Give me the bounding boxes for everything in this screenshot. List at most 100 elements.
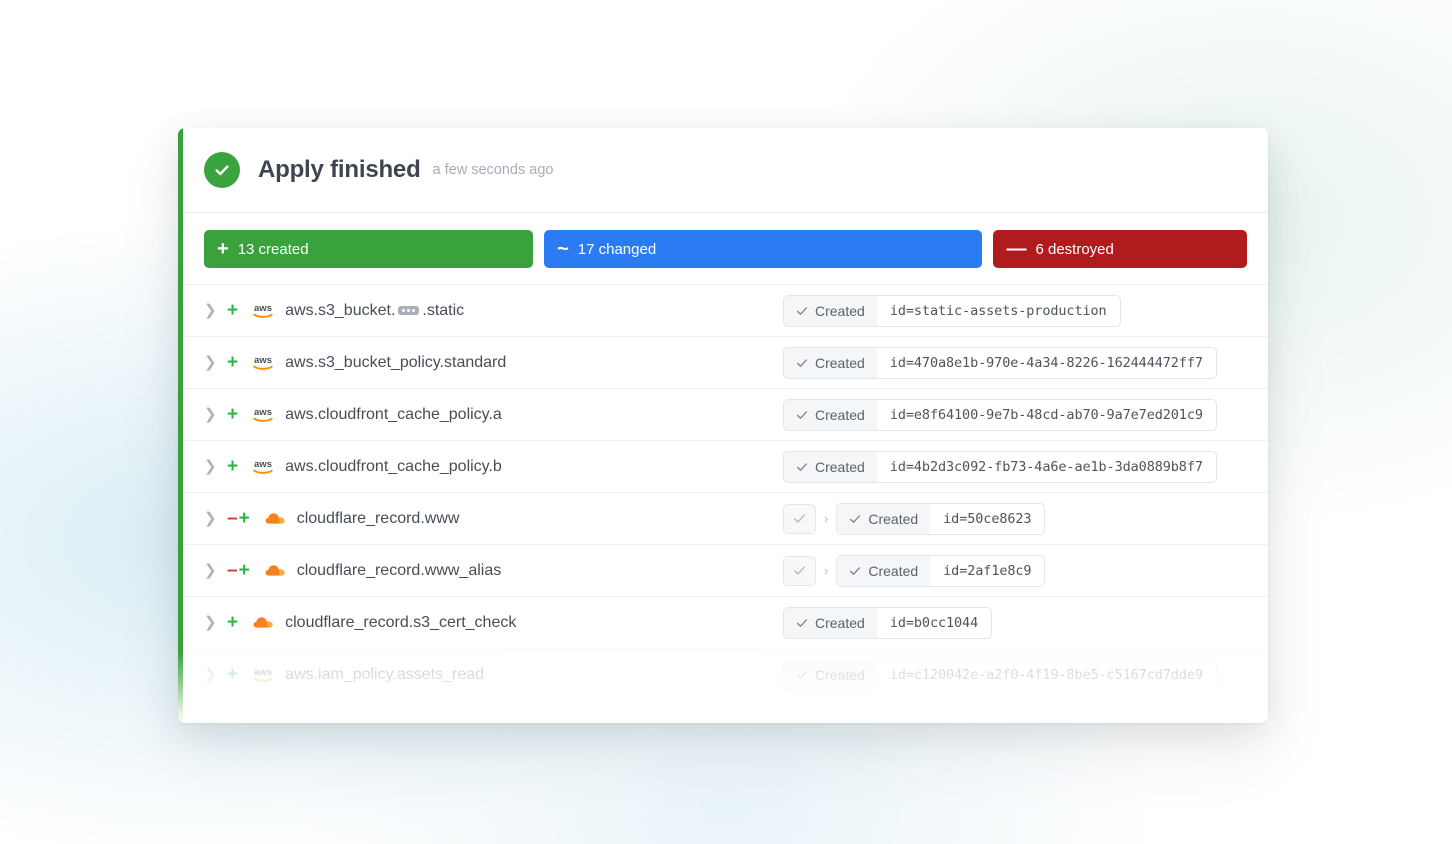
status-badge[interactable]: Createdid=50ce8623 — [836, 503, 1045, 535]
status-badge-state-label: Created — [815, 303, 865, 319]
previous-step-chip[interactable] — [783, 556, 816, 586]
status-badge[interactable]: Created id=e8f64100-9e7b-48cd-ab70-9a7e7e… — [783, 399, 1217, 431]
stat-destroyed-label: 6 destroyed — [1035, 241, 1113, 258]
resource-id: id=4b2d3c092-fb73-4a6e-ae1b-3da0889b8f7 — [877, 452, 1216, 482]
row-status: Created id=4b2d3c092-fb73-4a6e-ae1b-3da08… — [783, 451, 1217, 483]
row-operations: + — [227, 665, 238, 684]
status-badge[interactable]: Created id=4b2d3c092-fb73-4a6e-ae1b-3da08… — [783, 451, 1217, 483]
op-create-icon: + — [227, 665, 238, 684]
status-badge-state: Created — [784, 296, 877, 326]
status-badge[interactable]: Created id=470a8e1b-970e-4a34-8226-162444… — [783, 347, 1217, 379]
stat-destroyed[interactable]: — 6 destroyed — [993, 230, 1247, 268]
resource-name-text: cloudflare_record.s3_cert_check — [285, 614, 516, 632]
status-badge[interactable]: Created id=2af1e8c9 — [836, 555, 1045, 587]
aws-logo-icon: aws — [250, 300, 276, 322]
stat-destroyed-sign: — — [1006, 239, 1026, 259]
resource-row[interactable]: ❯–+cloudflare_record.www_alias›Createdid… — [183, 544, 1268, 596]
expand-chevron-icon[interactable]: ❯ — [204, 563, 221, 578]
expand-chevron-icon[interactable]: ❯ — [204, 303, 221, 318]
card-body: Apply finished a few seconds ago + 13 cr… — [183, 128, 1268, 723]
op-create-icon: + — [227, 405, 238, 424]
resource-name-suffix: .static — [422, 302, 464, 320]
svg-text:aws: aws — [254, 407, 272, 418]
previous-step-chip[interactable] — [783, 504, 816, 534]
card-header: Apply finished a few seconds ago — [183, 128, 1268, 213]
svg-text:aws: aws — [254, 303, 272, 314]
aws-logo-icon: aws — [250, 664, 276, 686]
expand-chevron-icon[interactable]: ❯ — [204, 615, 221, 630]
apply-result-card: Apply finished a few seconds ago + 13 cr… — [178, 128, 1268, 723]
status-badge-state-label: Created — [868, 511, 918, 527]
status-badge[interactable]: Created id=static-assets-production — [783, 295, 1121, 327]
badge-check-icon — [795, 304, 809, 318]
status-badge[interactable]: Createdid=b0cc1044 — [783, 607, 992, 639]
row-status: Created id=static-assets-production — [783, 295, 1121, 327]
resource-id: id=c120042e-a2f0-4f19-8be5-c5167cd7dde9 — [877, 660, 1216, 690]
row-operations: + — [227, 457, 238, 476]
resource-id: id=e8f64100-9e7b-48cd-ab70-9a7e7ed201c9 — [877, 400, 1216, 430]
resource-name: aws.cloudfront_cache_policy.a — [285, 406, 502, 424]
badge-check-icon — [795, 356, 809, 370]
row-status: Createdid=b0cc1044 — [783, 607, 992, 639]
timestamp: a few seconds ago — [433, 162, 554, 178]
resource-id: id=static-assets-production — [877, 296, 1120, 326]
resource-id: id=2af1e8c9 — [930, 556, 1044, 586]
expand-chevron-icon[interactable]: ❯ — [204, 355, 221, 370]
resource-row[interactable]: ❯ –+ cloudflare_record.www › Createdid=50ce8… — [183, 492, 1268, 544]
status-badge-state: Created — [784, 452, 877, 482]
row-status: › Createdid=50ce8623 — [783, 503, 1045, 535]
status-badge-state-label: Created — [815, 667, 865, 683]
resource-row[interactable]: ❯ + cloudflare_record.s3_cert_check Created… — [183, 596, 1268, 648]
status-badge-state: Created — [784, 660, 877, 690]
badge-check-icon — [795, 616, 809, 630]
resource-row[interactable]: ❯ + aws aws.iam_policy.assets_read Created id… — [183, 648, 1268, 700]
resource-id: id=b0cc1044 — [877, 608, 991, 638]
status-badge-state-label: Created — [815, 459, 865, 475]
op-create-icon: + — [227, 613, 238, 632]
resource-row[interactable]: ❯ + aws aws.cloudfront_cache_policy.a Create… — [183, 388, 1268, 440]
step-chevron-icon: › — [824, 564, 828, 577]
status-badge-state: Created — [784, 348, 877, 378]
op-destroy-icon: – — [227, 561, 238, 580]
row-operations: –+ — [227, 509, 250, 528]
aws-logo-icon: aws — [250, 404, 276, 426]
status-badge-state-label: Created — [815, 407, 865, 423]
resource-row[interactable]: ❯ + aws aws.s3_bucket_policy.standard Create… — [183, 336, 1268, 388]
resource-list[interactable]: ❯+awsaws.s3_bucket..staticCreatedid=stat… — [183, 284, 1268, 723]
step-chevron-icon: › — [824, 512, 828, 525]
resource-name: cloudflare_record.www — [297, 510, 460, 528]
row-operations: + — [227, 613, 238, 632]
expand-chevron-icon[interactable]: ❯ — [204, 667, 221, 682]
resource-name: cloudflare_record.s3_cert_check — [285, 614, 516, 632]
cloudflare-logo-icon — [262, 560, 288, 582]
resource-name-text: aws.iam_policy.assets_read — [285, 666, 484, 684]
row-operations: + — [227, 353, 238, 372]
stat-changed[interactable]: ~ 17 changed — [544, 230, 982, 268]
expand-chevron-icon[interactable]: ❯ — [204, 459, 221, 474]
svg-text:aws: aws — [254, 355, 272, 366]
resource-name-text: aws.cloudfront_cache_policy.a — [285, 406, 502, 424]
status-badge-state-label: Created — [815, 355, 865, 371]
expand-chevron-icon[interactable]: ❯ — [204, 407, 221, 422]
resource-name-text: aws.s3_bucket_policy.standard — [285, 354, 506, 372]
stat-changed-label: 17 changed — [578, 241, 656, 258]
row-status: Created id=470a8e1b-970e-4a34-8226-162444… — [783, 347, 1217, 379]
expand-chevron-icon[interactable]: ❯ — [204, 511, 221, 526]
stat-created-label: 13 created — [238, 241, 309, 258]
row-status: Created id=e8f64100-9e7b-48cd-ab70-9a7e7e… — [783, 399, 1217, 431]
aws-logo-icon: aws — [250, 352, 276, 374]
svg-text:aws: aws — [254, 667, 272, 678]
status-badge-state: Created — [837, 504, 930, 534]
stat-created[interactable]: + 13 created — [204, 230, 533, 268]
row-operations: –+ — [227, 561, 250, 580]
status-badge[interactable]: Created id=c120042e-a2f0-4f19-8be5-c5167c… — [783, 659, 1217, 691]
status-badge-state: Created — [784, 400, 877, 430]
status-badge-state-label: Created — [868, 563, 918, 579]
resource-id: id=470a8e1b-970e-4a34-8226-162444472ff7 — [877, 348, 1216, 378]
aws-logo-icon: aws — [250, 456, 276, 478]
resource-row[interactable]: ❯+awsaws.s3_bucket..staticCreatedid=stat… — [183, 284, 1268, 336]
collapsed-path-ellipsis[interactable] — [398, 306, 419, 315]
check-circle-icon — [204, 152, 240, 188]
resource-row[interactable]: ❯ + aws aws.cloudfront_cache_policy.b Create… — [183, 440, 1268, 492]
resource-name-text: aws.cloudfront_cache_policy.b — [285, 458, 502, 476]
